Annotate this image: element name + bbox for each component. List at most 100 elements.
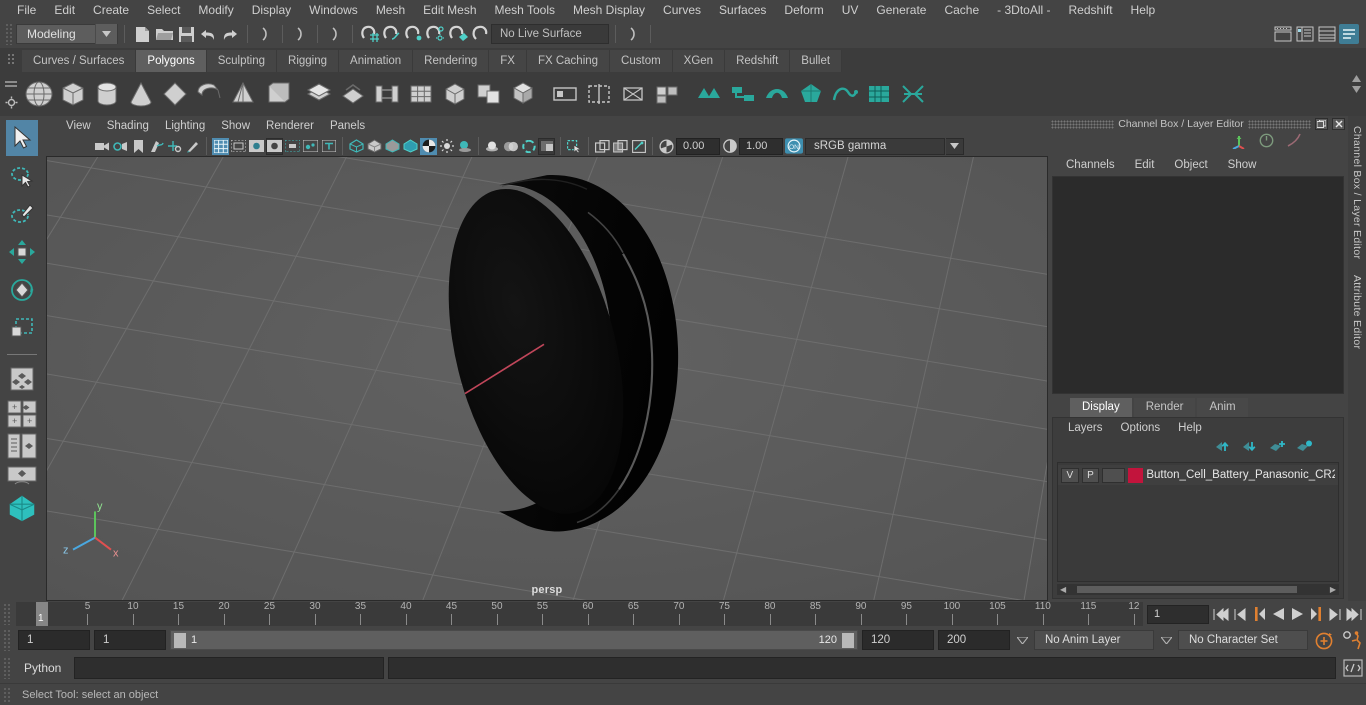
channel-show-menu[interactable]: Show: [1218, 159, 1267, 171]
layer-shading-toggle[interactable]: [1102, 467, 1125, 483]
speed-toggle-icon[interactable]: [1259, 133, 1274, 153]
new-scene-icon[interactable]: [131, 23, 153, 45]
go-to-start-icon[interactable]: [1212, 604, 1230, 624]
range-slider-bar[interactable]: 1 120: [170, 630, 858, 650]
shelf-tab-xgen[interactable]: XGen: [672, 50, 726, 72]
scroll-left-arrow-icon[interactable]: ◀: [1057, 585, 1069, 594]
menu-edit[interactable]: Edit: [45, 0, 84, 20]
panel-undock-button[interactable]: [1315, 118, 1328, 130]
status-bar-grip[interactable]: [3, 686, 11, 703]
select-hierarchy-icon[interactable]: [254, 23, 276, 45]
poly-tools-group5-icon[interactable]: [828, 77, 862, 111]
outliner-persp-layout-icon[interactable]: [6, 431, 38, 461]
select-object-icon[interactable]: [289, 23, 311, 45]
channel-box-content[interactable]: [1052, 176, 1344, 394]
layer-list-horizontal-scrollbar[interactable]: ◀ ▶: [1057, 584, 1339, 595]
character-set-chevron-icon[interactable]: [1158, 636, 1174, 644]
layer-playback-toggle[interactable]: P: [1081, 467, 1100, 483]
channel-edit-menu[interactable]: Edit: [1125, 159, 1165, 171]
side-tab-channel-box[interactable]: Channel Box / Layer Editor: [1351, 126, 1363, 259]
statusline-grip[interactable]: [5, 23, 13, 45]
current-frame-field[interactable]: 1: [1147, 604, 1209, 624]
panel-grip-left[interactable]: [1051, 119, 1115, 129]
exposure-gain-icon[interactable]: [658, 138, 675, 155]
menu-file[interactable]: File: [8, 0, 45, 20]
range-left-handle[interactable]: [174, 632, 186, 648]
shade-wireframe-icon[interactable]: [384, 138, 401, 155]
step-forward-icon[interactable]: [1326, 604, 1344, 624]
shelf-grip[interactable]: [0, 48, 22, 72]
select-camera-icon[interactable]: [94, 138, 111, 155]
color-management-chevron-down-icon[interactable]: [946, 137, 964, 155]
shelf-options-grip[interactable]: [0, 72, 22, 116]
open-scene-icon[interactable]: [153, 23, 175, 45]
shelf-tab-sculpting[interactable]: Sculpting: [206, 50, 278, 72]
single-perspective-layout-icon[interactable]: [6, 361, 38, 397]
four-view-layout-icon[interactable]: + + +: [6, 399, 38, 429]
menu-modify[interactable]: Modify: [189, 0, 242, 20]
menu-uv[interactable]: UV: [833, 0, 868, 20]
color-management-toggle[interactable]: ON: [784, 138, 804, 155]
display-layer-list[interactable]: V P Button_Cell_Battery_Panasonic_CR203: [1057, 462, 1339, 582]
show-hide-attribute-editor-icon[interactable]: [1272, 23, 1294, 45]
shelf-tab-custom[interactable]: Custom: [610, 50, 673, 72]
scrollbar-thumb[interactable]: [1077, 586, 1297, 593]
xray-joints-icon[interactable]: [612, 138, 629, 155]
wireframe-shading-icon[interactable]: [348, 138, 365, 155]
show-hide-tool-settings-icon[interactable]: [1294, 23, 1316, 45]
gate-mask-icon[interactable]: [266, 137, 283, 155]
character-set-dropdown[interactable]: No Character Set: [1178, 630, 1308, 650]
layer-row[interactable]: V P Button_Cell_Battery_Panasonic_CR203: [1058, 465, 1338, 485]
rotate-tool-icon[interactable]: [6, 272, 38, 308]
time-slider[interactable]: 1 5 10 15 20 25 30 35 40 45 50 55 60 65 70 75 80 85 90 95 1…: [16, 602, 1143, 626]
menu-create[interactable]: Create: [84, 0, 138, 20]
channel-object-menu[interactable]: Object: [1164, 159, 1217, 171]
hypershade-persp-layout-icon[interactable]: [6, 463, 38, 489]
smooth-shade-all-icon[interactable]: [366, 138, 383, 155]
uv-editor-icon[interactable]: [862, 77, 896, 111]
snap-to-view-plane-icon[interactable]: [447, 23, 469, 45]
resolution-gate-icon[interactable]: [248, 138, 265, 155]
menu-surfaces[interactable]: Surfaces: [710, 0, 775, 20]
live-surface-field[interactable]: No Live Surface: [491, 24, 609, 44]
new-layer-icon[interactable]: [1269, 440, 1286, 458]
extrude-icon[interactable]: [302, 77, 336, 111]
tab-display-layers[interactable]: Display: [1070, 398, 1132, 417]
use-all-lights-icon[interactable]: [438, 138, 455, 155]
menu-generate[interactable]: Generate: [867, 0, 935, 20]
range-slider-grip[interactable]: [3, 629, 11, 651]
hardware-texturing-icon[interactable]: [420, 137, 437, 155]
camera-attributes-icon[interactable]: [112, 138, 129, 155]
text-display-icon[interactable]: [320, 138, 337, 155]
bridge-icon[interactable]: [370, 77, 404, 111]
shelf-tab-animation[interactable]: Animation: [339, 50, 414, 72]
shelf-scroll-controls[interactable]: [1351, 74, 1362, 94]
save-scene-icon[interactable]: [175, 23, 197, 45]
poly-plane-icon[interactable]: [192, 77, 226, 111]
viewport-menu-shading[interactable]: Shading: [99, 120, 157, 132]
viewport-menu-panels[interactable]: Panels: [322, 120, 373, 132]
shadows-icon[interactable]: [456, 138, 473, 155]
poly-tools-group1-icon[interactable]: [692, 77, 726, 111]
menu-cache[interactable]: Cache: [935, 0, 988, 20]
viewport-menu-renderer[interactable]: Renderer: [258, 120, 322, 132]
panel-close-button[interactable]: [1332, 118, 1345, 130]
command-language-label[interactable]: Python: [18, 661, 70, 675]
step-back-icon[interactable]: [1231, 604, 1249, 624]
chevron-down-icon[interactable]: [95, 24, 117, 44]
move-axis-gizmo-icon[interactable]: [1231, 133, 1247, 154]
layer-visibility-toggle[interactable]: V: [1061, 467, 1079, 483]
poly-tools-group3-icon[interactable]: [760, 77, 794, 111]
shelf-tab-rendering[interactable]: Rendering: [413, 50, 490, 72]
shelf-tab-polygons[interactable]: Polygons: [136, 50, 207, 72]
menu-mesh-display[interactable]: Mesh Display: [564, 0, 654, 20]
command-output-field[interactable]: [388, 657, 1336, 679]
motion-blur-icon[interactable]: [502, 138, 519, 155]
tab-anim-layers[interactable]: Anim: [1197, 398, 1248, 417]
select-tool-icon[interactable]: [6, 120, 38, 156]
go-to-end-icon[interactable]: [1345, 604, 1363, 624]
isolate-select-icon[interactable]: [566, 138, 583, 155]
bookmark-icon[interactable]: [130, 138, 147, 155]
reduce-icon[interactable]: [616, 77, 650, 111]
poly-pyramid-icon[interactable]: [226, 77, 260, 111]
